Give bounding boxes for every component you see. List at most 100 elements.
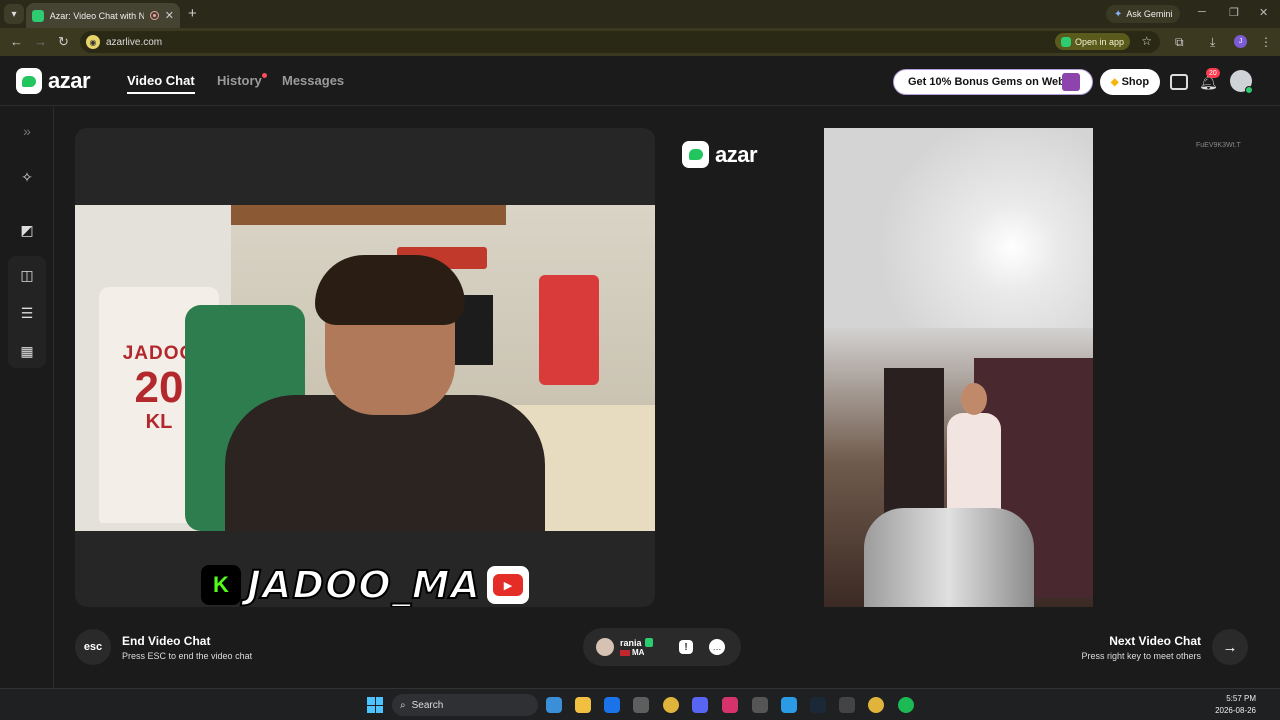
open-in-app-button[interactable]: Open in app bbox=[1054, 33, 1130, 50]
capture-icon[interactable] bbox=[839, 697, 855, 713]
my-camera-feed: JADOO 20 KL bbox=[75, 205, 655, 531]
cloud-app-icon[interactable] bbox=[781, 697, 797, 713]
streamer-overlay: K JADOO_MA ▶ bbox=[201, 562, 529, 607]
end-chat-button[interactable]: esc bbox=[75, 629, 111, 665]
browser-toolbar: ← → ↻ ◉ azarlive.com Open in app ☆ ⧉ ⤓ ⋮ bbox=[0, 28, 1280, 56]
history-notification-dot bbox=[262, 73, 267, 78]
end-chat-subtitle: Press ESC to end the video chat bbox=[122, 651, 253, 661]
azar-watermark-text: azar bbox=[715, 141, 758, 167]
youtube-icon: ▶ bbox=[486, 566, 529, 604]
chrome-icon[interactable] bbox=[663, 697, 679, 713]
magic-wand-icon[interactable]: ✧ bbox=[17, 167, 37, 187]
end-chat-title: End Video Chat bbox=[122, 634, 211, 648]
app-icon bbox=[1060, 36, 1071, 47]
gift-icon bbox=[1062, 73, 1080, 91]
chrome-active-icon[interactable] bbox=[868, 697, 884, 713]
close-window-icon[interactable]: ✕ bbox=[1259, 6, 1268, 19]
next-chat-title: Next Video Chat bbox=[1109, 634, 1201, 648]
forward-icon[interactable]: → bbox=[34, 34, 47, 49]
shop-label: Shop bbox=[1121, 76, 1150, 88]
bonus-gems-button[interactable]: Get 10% Bonus Gems on Web! bbox=[893, 69, 1093, 95]
nav-messages[interactable]: Messages bbox=[282, 73, 344, 88]
next-chat-button[interactable]: → bbox=[1212, 629, 1248, 665]
partner-head bbox=[961, 383, 987, 415]
bookmark-star-icon[interactable]: ☆ bbox=[1141, 34, 1152, 48]
windows-taskbar: ⌕ Search 5:57 PM 2026-08-26 bbox=[0, 688, 1280, 720]
streamer-name: JADOO_MA bbox=[246, 562, 481, 607]
photo-shelf bbox=[231, 205, 506, 225]
shop-button[interactable]: ◆ Shop bbox=[1100, 69, 1160, 95]
expand-icon[interactable]: » bbox=[17, 121, 37, 141]
steam-icon[interactable] bbox=[810, 697, 826, 713]
online-status-dot bbox=[1245, 86, 1253, 94]
profile-avatar[interactable]: J bbox=[1234, 35, 1247, 48]
inventory-icon[interactable] bbox=[1170, 74, 1188, 90]
search-placeholder: Search bbox=[411, 699, 444, 711]
clock-date: 2026-08-26 bbox=[1215, 706, 1256, 715]
spotify-icon[interactable] bbox=[898, 697, 914, 713]
file-explorer-icon[interactable] bbox=[575, 697, 591, 713]
bonus-gems-label: Get 10% Bonus Gems on Web! bbox=[908, 76, 1069, 88]
extensions-icon[interactable]: ⧉ bbox=[1175, 35, 1184, 50]
partner-id: FuEV9K3Wt.T bbox=[1196, 142, 1241, 149]
outlook-icon[interactable] bbox=[604, 697, 620, 713]
taskbar-search[interactable]: ⌕ Search bbox=[392, 694, 538, 716]
left-sidebar: » ✧ ◩ ◫ ☰ ▦ bbox=[0, 107, 54, 688]
next-chat-subtitle: Press right key to meet others bbox=[1081, 651, 1201, 661]
ask-gemini-label: Ask Gemini bbox=[1126, 9, 1173, 19]
azar-logo-text: azar bbox=[48, 68, 91, 93]
instagram-icon[interactable] bbox=[722, 697, 738, 713]
menu-icon[interactable]: ⋮ bbox=[1260, 35, 1272, 49]
reload-icon[interactable]: ↻ bbox=[58, 34, 69, 50]
azar-logo[interactable]: azar bbox=[16, 68, 91, 94]
widgets-icon[interactable] bbox=[546, 697, 562, 713]
chat-icon[interactable]: … bbox=[709, 639, 725, 655]
clock-time: 5:57 PM bbox=[1226, 694, 1256, 703]
kick-icon: K bbox=[201, 565, 241, 605]
back-icon[interactable]: ← bbox=[10, 34, 23, 49]
ask-gemini-button[interactable]: ✦ Ask Gemini bbox=[1106, 5, 1181, 23]
close-tab-icon[interactable]: ✕ bbox=[165, 9, 174, 22]
discord-icon[interactable] bbox=[692, 697, 708, 713]
report-icon[interactable]: ! bbox=[679, 640, 693, 654]
my-video-panel: JADOO 20 KL K JADOO_MA ▶ bbox=[75, 128, 655, 607]
minimize-icon[interactable]: ─ bbox=[1198, 6, 1206, 18]
streamer bbox=[215, 255, 545, 531]
search-icon: ⌕ bbox=[400, 699, 406, 711]
azar-logo-icon bbox=[682, 141, 709, 168]
notification-badge: 20 bbox=[1206, 68, 1220, 78]
partner-name: rania bbox=[620, 638, 642, 648]
download-icon[interactable]: ⤓ bbox=[1210, 35, 1215, 50]
partner-avatar[interactable] bbox=[596, 638, 614, 656]
verified-icon bbox=[645, 638, 653, 647]
gemini-icon: ✦ bbox=[1114, 8, 1123, 20]
new-tab-button[interactable]: + bbox=[188, 5, 197, 22]
teapot bbox=[864, 508, 1034, 607]
gem-icon: ◆ bbox=[1110, 76, 1119, 88]
browser-tab[interactable]: Azar: Video Chat with New ✕ bbox=[26, 3, 180, 28]
url-text: azarlive.com bbox=[106, 36, 163, 48]
azar-favicon-icon bbox=[32, 9, 44, 22]
store-icon[interactable] bbox=[633, 697, 649, 713]
filter-icon[interactable]: ◩ bbox=[17, 220, 37, 240]
partner-info-pill: rania MA ! … bbox=[583, 628, 741, 666]
maximize-icon[interactable]: ❐ bbox=[1229, 6, 1239, 19]
partner-country: MA bbox=[632, 648, 645, 657]
layout-stacked-icon[interactable]: ☰ bbox=[17, 303, 37, 323]
recording-icon bbox=[149, 11, 159, 20]
address-bar[interactable]: ◉ azarlive.com Open in app ☆ bbox=[80, 31, 1160, 53]
layout-side-by-side-icon[interactable]: ◫ bbox=[17, 265, 37, 285]
azar-watermark: azar bbox=[682, 141, 758, 168]
app-header: azar Video Chat History Messages Get 10%… bbox=[0, 56, 1280, 106]
system-clock[interactable]: 5:57 PM 2026-08-26 bbox=[1215, 693, 1256, 717]
site-info-icon[interactable]: ◉ bbox=[86, 35, 100, 49]
ceiling-light bbox=[824, 128, 1093, 328]
tab-search-button[interactable]: ▾ bbox=[4, 4, 24, 24]
nav-history[interactable]: History bbox=[217, 73, 262, 88]
layout-grid-icon[interactable]: ▦ bbox=[17, 341, 37, 361]
windows-start-icon[interactable] bbox=[367, 697, 383, 713]
app-icon[interactable] bbox=[752, 697, 768, 713]
browser-tab-strip: ▾ Azar: Video Chat with New ✕ + ✦ Ask Ge… bbox=[0, 0, 1280, 28]
nav-video-chat[interactable]: Video Chat bbox=[127, 73, 195, 94]
jacket bbox=[225, 395, 545, 531]
